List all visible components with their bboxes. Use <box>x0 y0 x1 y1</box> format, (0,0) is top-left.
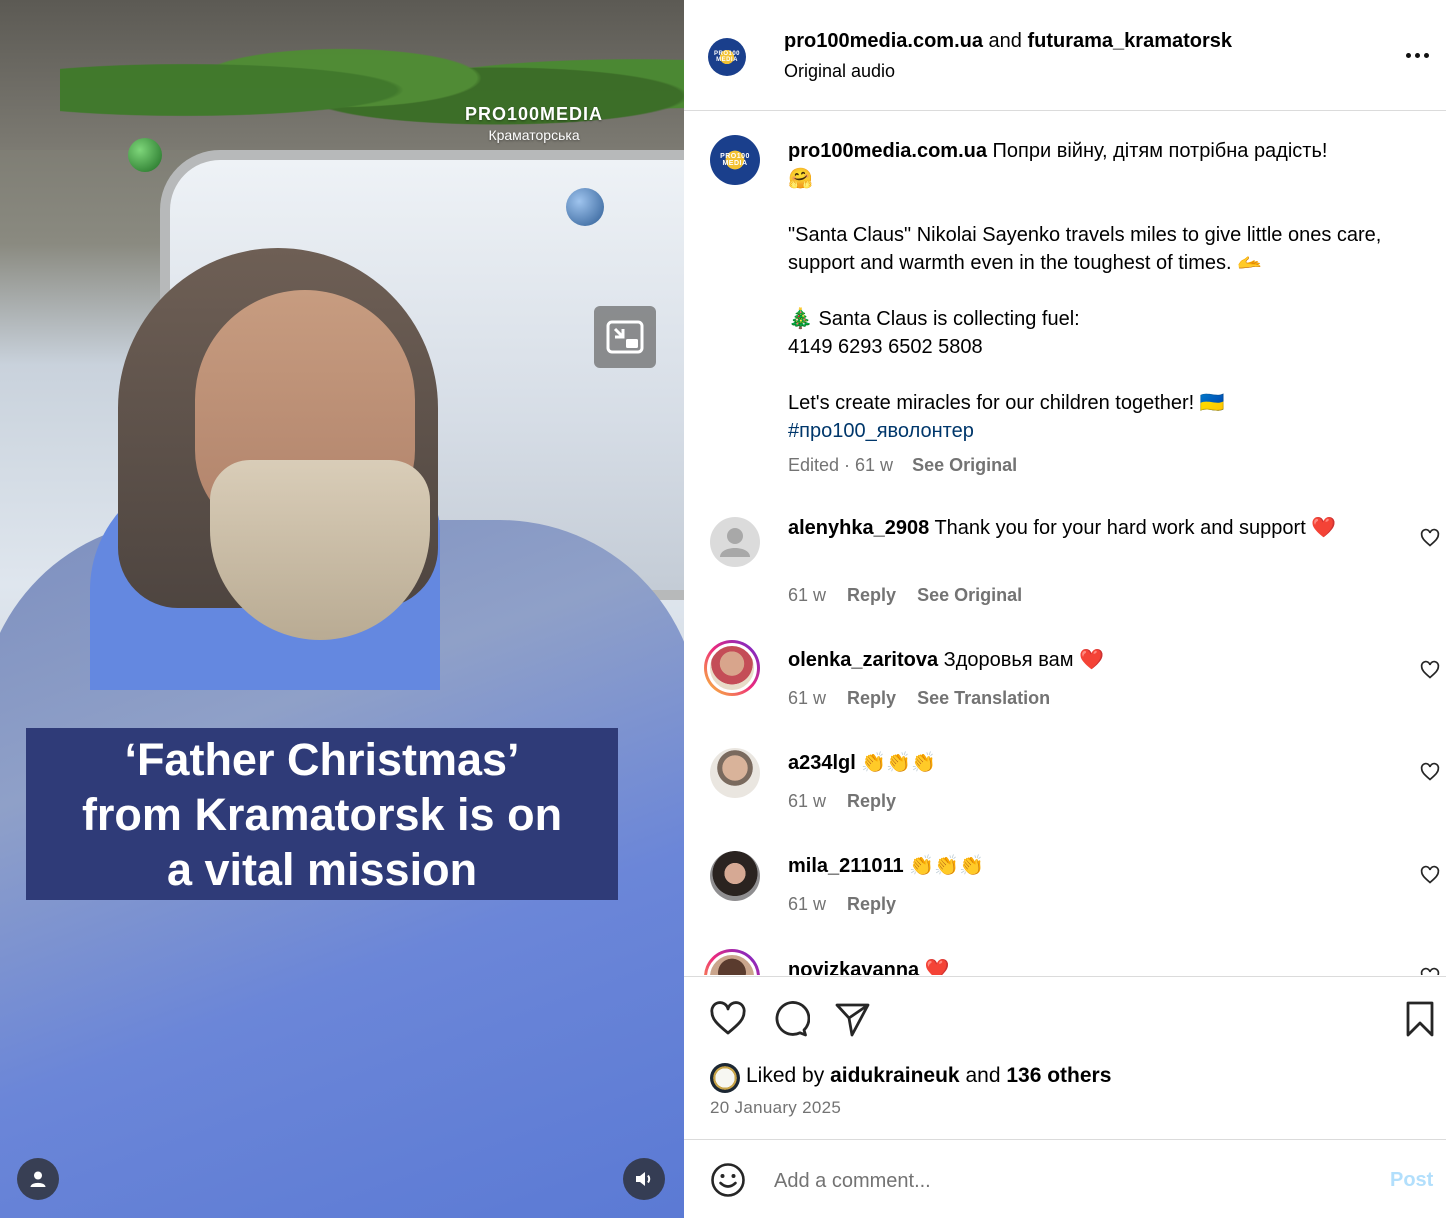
comment-username[interactable]: mila_211011 <box>788 855 904 877</box>
comment-body: ❤️ <box>924 959 950 975</box>
comment-age: 61 w <box>788 791 827 811</box>
post-actions: Liked by aidukraineuk and 136 others 20 … <box>684 976 1446 1139</box>
like-heart-icon[interactable] <box>708 999 748 1039</box>
reply-button[interactable]: Reply <box>847 585 896 605</box>
more-icon <box>1405 52 1429 58</box>
comment-like-icon[interactable] <box>1420 865 1440 885</box>
video-caption: ‘Father Christmas’ from Kramatorsk is on… <box>26 728 618 900</box>
comment-username[interactable]: novizkavanna <box>788 959 919 975</box>
comment-icon[interactable] <box>770 999 810 1039</box>
watermark-title: PRO100MEDIA <box>465 104 604 124</box>
commenter-avatar[interactable] <box>704 949 760 975</box>
comment-body: Thank you for your hard work and support… <box>934 517 1337 539</box>
commenter-avatar[interactable] <box>710 851 760 901</box>
likes-others[interactable]: 136 others <box>1006 1064 1111 1087</box>
bookmark-icon[interactable] <box>1400 999 1440 1039</box>
reply-button[interactable]: Reply <box>847 791 896 811</box>
caption-avatar[interactable]: PRO100 MEDIA <box>710 135 760 185</box>
audio-toggle-button[interactable] <box>623 1158 665 1200</box>
caption-see-original[interactable]: See Original <box>912 455 1017 475</box>
comment-input[interactable] <box>772 1162 1336 1200</box>
commenter-avatar[interactable] <box>710 748 760 798</box>
liker-avatar[interactable] <box>710 1063 740 1093</box>
post-comment-button[interactable]: Post <box>1390 1169 1433 1192</box>
comments-scroll-area[interactable]: PRO100 MEDIA pro100media.com.ua Попри ві… <box>684 111 1446 975</box>
reply-button[interactable]: Reply <box>847 688 896 708</box>
comment-username[interactable]: olenka_zaritova <box>788 649 938 671</box>
caption-text: pro100media.com.ua Попри війну, дітям по… <box>788 137 1418 445</box>
pip-icon <box>606 320 644 354</box>
owner-avatar[interactable]: PRO100 MEDIA <box>708 38 746 76</box>
user-icon <box>30 1171 46 1187</box>
comment-age: 61 w <box>788 585 827 605</box>
caption-avatar-logo: PRO100 MEDIA <box>720 153 750 167</box>
more-options-button[interactable] <box>1402 45 1432 65</box>
volume-icon <box>636 1172 651 1186</box>
pip-button[interactable] <box>594 306 656 368</box>
caption-line-5: 4149 6293 6502 5808 <box>788 336 983 358</box>
caption-line-3: "Santa Claus" Nikolai Sayenko travels mi… <box>788 224 1382 274</box>
liker-username[interactable]: aidukraineuk <box>830 1064 960 1087</box>
share-icon[interactable] <box>832 999 872 1039</box>
commenter-avatar[interactable] <box>710 517 760 567</box>
owner-username[interactable]: pro100media.com.ua <box>784 30 983 52</box>
comment-like-icon[interactable] <box>1420 660 1440 680</box>
default-avatar-icon <box>720 528 750 557</box>
ornament-blue <box>566 188 604 226</box>
comment-meta: 61 w Reply See Translation <box>788 688 1050 709</box>
likes-prefix: Liked by <box>746 1064 825 1087</box>
audio-label[interactable]: Original audio <box>784 61 895 82</box>
comment-body: Здоровья вам ❤️ <box>943 649 1104 671</box>
comment-meta: 61 w Reply <box>788 894 896 915</box>
likes-summary: Liked by aidukraineuk and 136 others <box>746 1064 1111 1088</box>
comment-age: 61 w <box>788 688 827 708</box>
watermark-subtitle: Краматорська <box>488 127 580 143</box>
see-translation-button[interactable]: See Translation <box>917 688 1050 708</box>
caption-hashtag[interactable]: #про100_яволонтер <box>788 417 1418 445</box>
ornament-green <box>128 138 162 172</box>
post-owners: pro100media.com.ua and futurama_kramator… <box>784 30 1232 53</box>
post-date[interactable]: 20 January 2025 <box>710 1098 841 1118</box>
comment-meta: 61 w Reply See Original <box>788 585 1022 606</box>
owner-avatar-logo: PRO100 MEDIA <box>713 51 740 63</box>
comment-text: mila_211011 👏👏👏 <box>788 852 1388 880</box>
see-original-button[interactable]: See Original <box>917 585 1022 605</box>
comment-composer: Post <box>684 1139 1446 1219</box>
likes-joiner: and <box>965 1064 1001 1087</box>
reply-button[interactable]: Reply <box>847 894 896 914</box>
caption-meta: Edited · 61 w See Original <box>788 455 1017 476</box>
caption-line-6: Let's create miracles for our children t… <box>788 392 1225 414</box>
post-sidebar: PRO100 MEDIA pro100media.com.ua and futu… <box>684 0 1446 1218</box>
comment-text: olenka_zaritova Здоровья вам ❤️ <box>788 646 1388 674</box>
comment-age: 61 w <box>788 894 827 914</box>
collaborator-username[interactable]: futurama_kramatorsk <box>1027 30 1232 52</box>
comment-text: alenyhka_2908 Thank you for your hard wo… <box>788 514 1388 542</box>
caption-line-2: 🤗 <box>788 168 813 190</box>
commenter-avatar[interactable] <box>704 640 760 696</box>
video-caption-text: ‘Father Christmas’ from Kramatorsk is on… <box>81 733 563 895</box>
post-header: PRO100 MEDIA pro100media.com.ua and futu… <box>684 0 1446 111</box>
emoji-icon[interactable] <box>710 1162 746 1198</box>
comment-meta: 61 w Reply <box>788 791 896 812</box>
caption-username[interactable]: pro100media.com.ua <box>788 140 987 162</box>
owners-joiner: and <box>988 30 1022 52</box>
comment-username[interactable]: alenyhka_2908 <box>788 517 929 539</box>
comment-like-icon[interactable] <box>1420 528 1440 548</box>
video-watermark: PRO100MEDIA Краматорська <box>465 104 603 143</box>
video-player[interactable]: PRO100MEDIA Краматорська ‘Father Christm… <box>0 0 684 1218</box>
post-modal: PRO100MEDIA Краматорська ‘Father Christm… <box>0 0 1446 1218</box>
comment-like-icon[interactable] <box>1420 967 1440 975</box>
comment-text: a234lgl 👏👏👏 <box>788 749 1388 777</box>
comment-body: 👏👏👏 <box>909 855 984 877</box>
comment-body: 👏👏👏 <box>861 752 937 774</box>
tagged-users-button[interactable] <box>17 1158 59 1200</box>
comment-like-icon[interactable] <box>1420 762 1440 782</box>
comment-text: novizkavanna ❤️ <box>788 956 1388 975</box>
caption-line-1: Попри війну, дітям потрібна радість! <box>992 140 1328 162</box>
caption-line-4: 🎄 Santa Claus is collecting fuel: <box>788 308 1080 330</box>
caption-edited: Edited · 61 w <box>788 455 894 475</box>
comment-username[interactable]: a234lgl <box>788 752 856 774</box>
